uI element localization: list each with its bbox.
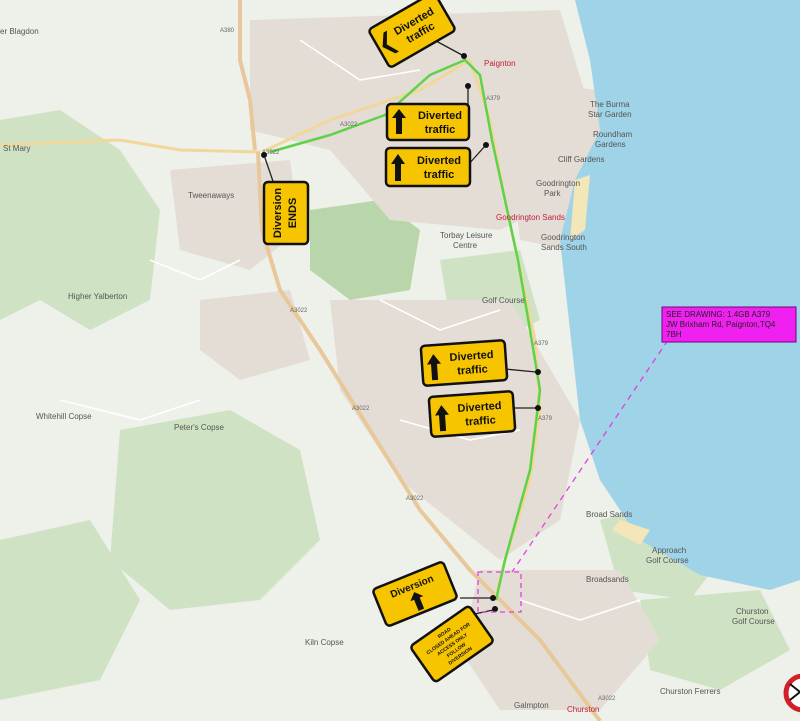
note-line2: JW Brixham Rd, Paignton,TQ4 (666, 320, 776, 329)
place-galmpton: Galmpton (514, 701, 549, 710)
diversion-map: A380 A3022 A3022 A3022 A3022 A3022 A379 … (0, 0, 800, 721)
anchor-dot-s3 (483, 142, 489, 148)
road-label-a379-a: A379 (486, 96, 501, 102)
anchor-dot-s7 (490, 595, 496, 601)
road-label-a379-b: A379 (534, 341, 549, 347)
place-torbay-leisure-1: Torbay Leisure (440, 231, 493, 240)
road-label-a380: A380 (220, 28, 235, 34)
place-burma-2: Star Garden (588, 110, 632, 119)
sign-4-line2: ENDS (287, 198, 299, 229)
anchor-dot-s4 (261, 152, 267, 158)
place-churston-golf-1: Churston (736, 607, 768, 616)
place-tweenaways: Tweenaways (188, 191, 234, 200)
place-churston-golf-2: Golf Course (732, 617, 775, 626)
sign-diversion-ends: Diversion ENDS (262, 180, 310, 246)
place-burma-1: The Burma (590, 100, 630, 109)
place-torbay-leisure-2: Centre (453, 241, 478, 250)
place-higher-yalberton: Higher Yalberton (68, 292, 127, 301)
place-churston: Churston (567, 705, 599, 714)
no-entry-icon (783, 673, 800, 713)
place-broadsands: Broadsands (586, 575, 629, 584)
place-roundham-1: Roundham (593, 130, 632, 139)
sign-diverted-traffic-5: Diverted traffic (419, 339, 509, 387)
place-goodrington-park-1: Goodrington (536, 179, 580, 188)
place-goodrington-sands: Goodrington Sands (496, 213, 565, 222)
place-approach-golf-1: Approach (652, 546, 686, 555)
sign-diverted-traffic-6: Diverted traffic (427, 390, 517, 438)
road-label-a3022-c: A3022 (290, 308, 308, 314)
sign-6-line2: traffic (465, 414, 496, 428)
place-approach-golf-2: Golf Course (646, 556, 689, 565)
place-paignton: Paignton (484, 59, 516, 68)
place-kiln-copse: Kiln Copse (305, 638, 344, 647)
sign-diverted-traffic-2: Diverted traffic (385, 102, 471, 142)
sign-2-line1: Diverted (418, 110, 462, 122)
note-line3: 7BH (666, 330, 682, 339)
anchor-dot-s5 (535, 369, 541, 375)
place-st-mary: St Mary (3, 144, 31, 153)
sign-4-line1: Diversion (272, 188, 284, 238)
place-cliff-gardens: Cliff Gardens (558, 155, 605, 164)
sign-3-line1: Diverted (417, 155, 461, 167)
note-line1: SEE DRAWING: 1.4GB A379 (666, 310, 771, 319)
place-roundham-2: Gardens (595, 140, 626, 149)
place-goodrington-sands-south-1: Goodrington (541, 233, 585, 242)
place-goodrington-park-2: Park (544, 189, 561, 198)
anchor-dot-s1 (461, 53, 467, 59)
anchor-dot-s8 (492, 606, 498, 612)
road-label-a3022-d: A3022 (352, 406, 370, 412)
place-peters-copse: Peter's Copse (174, 423, 225, 432)
road-label-a3022-f: A3022 (598, 696, 616, 702)
place-higher-blagdon: er Blagdon (0, 27, 39, 36)
road-label-a379-c: A379 (538, 416, 553, 422)
sign-2-line2: traffic (425, 124, 456, 136)
road-label-a3022-a: A3022 (340, 122, 358, 128)
place-golf-course: Golf Course (482, 296, 525, 305)
drawing-reference-note: SEE DRAWING: 1.4GB A379 JW Brixham Rd, P… (661, 306, 797, 343)
sign-diverted-traffic-3: Diverted traffic (384, 146, 472, 188)
place-goodrington-sands-south-2: Sands South (541, 243, 587, 252)
place-whitehill-copse: Whitehill Copse (36, 412, 92, 421)
road-label-a3022-e: A3022 (406, 496, 424, 502)
place-broad-sands: Broad Sands (586, 510, 632, 519)
place-churston-ferrers: Churston Ferrers (660, 687, 720, 696)
sign-5-line2: traffic (457, 363, 488, 377)
sign-3-line2: traffic (424, 169, 455, 181)
anchor-dot-s6 (535, 405, 541, 411)
anchor-dot-s2 (465, 83, 471, 89)
